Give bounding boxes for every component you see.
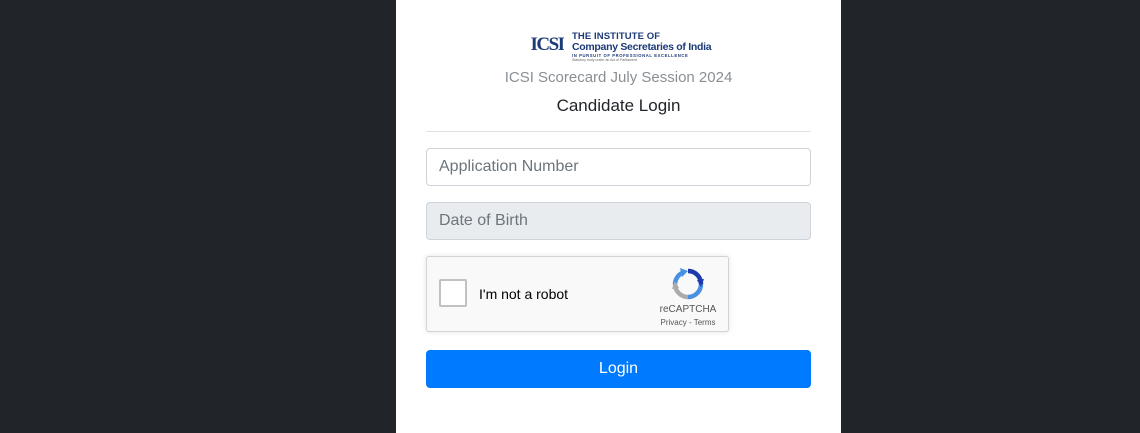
recaptcha-label: I'm not a robot: [479, 286, 569, 302]
svg-text:ICSI: ICSI: [530, 34, 564, 54]
logo-text: THE INSTITUTE OF Company Secretaries of …: [572, 32, 712, 63]
login-button[interactable]: Login: [426, 350, 811, 388]
recaptcha-brand: reCAPTCHA: [659, 304, 717, 315]
icsi-logo: ICSI THE INSTITUTE OF Company Secretarie…: [530, 30, 711, 64]
recaptcha-links: Privacy - Terms: [641, 318, 735, 327]
recaptcha-checkbox[interactable]: [439, 279, 467, 307]
logo-statutory-note: Statutory body under an Act of Parliamen…: [572, 58, 637, 62]
logo-line-2: Company Secretaries of India: [572, 41, 712, 53]
application-number-input[interactable]: [426, 148, 811, 186]
terms-link[interactable]: Terms: [694, 318, 716, 327]
page-title: Candidate Login: [556, 96, 681, 115]
date-of-birth-input[interactable]: [426, 202, 811, 240]
divider: [426, 131, 811, 132]
privacy-link[interactable]: Privacy: [661, 318, 687, 327]
icsi-logo-icon: ICSI: [530, 34, 564, 54]
links-separator: -: [686, 318, 694, 327]
recaptcha-widget: I'm not a robot reCAPTCHA Privacy - Term…: [426, 256, 729, 332]
login-card: ICSI THE INSTITUTE OF Company Secretarie…: [396, 0, 841, 433]
page-subtitle: ICSI Scorecard July Session 2024: [504, 69, 733, 86]
recaptcha-icon: [672, 268, 704, 300]
